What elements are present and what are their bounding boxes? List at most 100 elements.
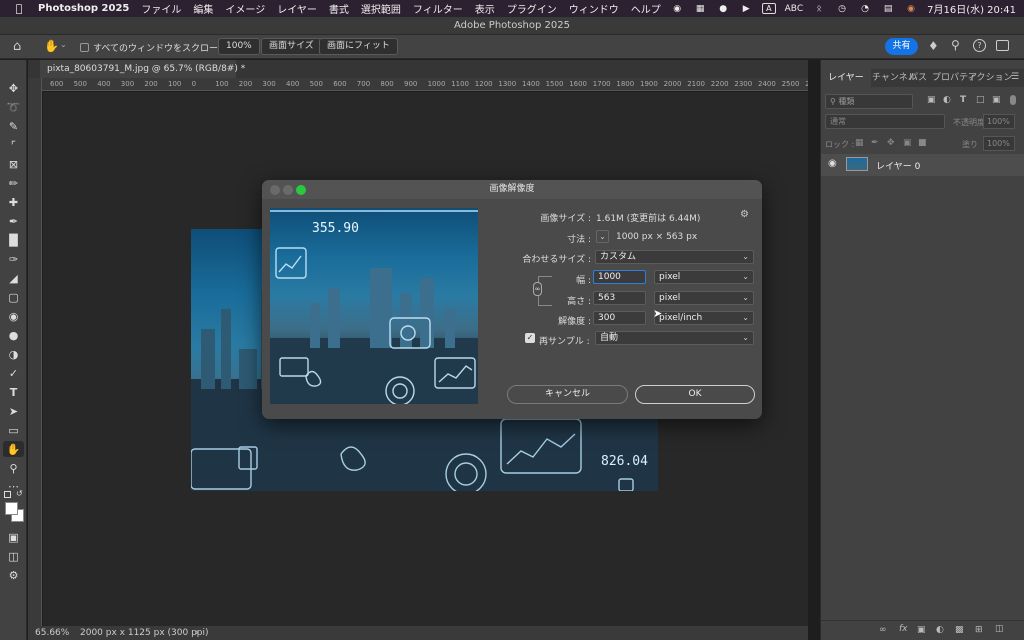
lock-position-icon[interactable]: ✥ <box>887 138 895 148</box>
quick-select-icon[interactable]: ✎ <box>3 118 24 134</box>
default-colors-icon[interactable] <box>4 491 11 498</box>
resolution-input[interactable]: 300 <box>593 311 646 325</box>
filter-smart-icon[interactable]: ▣ <box>992 95 1001 105</box>
zoom-tool-icon[interactable]: ⚲ <box>3 460 24 476</box>
dimensions-toggle[interactable]: ⌄ <box>596 230 609 243</box>
clock[interactable]: 7月16日(水) 20:41 <box>927 1 1016 16</box>
filter-adjust-icon[interactable]: ◐ <box>943 95 951 105</box>
new-layer-icon[interactable]: ⊞ <box>975 625 983 635</box>
menu-app-name[interactable]: Photoshop 2025 <box>38 3 129 14</box>
document-tab[interactable]: pixta_80603791_M.jpg @ 65.7% (RGB/8#) * <box>40 60 245 78</box>
bluetooth-icon[interactable]: ᛟ <box>812 3 826 14</box>
layer-filter-input[interactable]: ⚲ 種類 <box>825 94 913 109</box>
window-zoom-button[interactable] <box>296 185 306 195</box>
fill-value[interactable]: 100% <box>983 136 1015 151</box>
new-group-icon[interactable]: ▩ <box>955 625 964 635</box>
image-preview[interactable]: 355.90 <box>270 208 478 404</box>
width-unit-select[interactable]: pixel ⌄ <box>654 270 754 284</box>
menu-view[interactable]: 表示 <box>475 1 495 16</box>
lock-all-icon[interactable]: ■ <box>918 138 927 148</box>
tab-actions[interactable]: アクション <box>968 69 1013 87</box>
share-button[interactable]: 共有 <box>885 38 918 55</box>
chat-icon[interactable]: ● <box>716 3 730 14</box>
chevron-right-icon[interactable]: › <box>195 626 199 640</box>
pen-tool-icon[interactable]: ✓ <box>3 365 24 381</box>
swap-colors-icon[interactable]: ↺ <box>16 489 23 498</box>
filter-pixel-icon[interactable]: ▣ <box>927 95 936 105</box>
path-select-icon[interactable]: ➤ <box>3 403 24 419</box>
menu-edit[interactable]: 編集 <box>193 1 213 16</box>
resolution-unit-select[interactable]: pixel/inch ⌄ <box>654 311 754 325</box>
gradient-tool-icon[interactable]: ▢ <box>3 289 24 305</box>
tray-app-icon[interactable]: ◉ <box>670 3 684 14</box>
resample-checkbox[interactable]: ✓ <box>525 333 535 343</box>
hand-tool-icon[interactable]: ✋ <box>44 39 59 53</box>
menu-help[interactable]: ヘルプ <box>631 1 661 16</box>
layer-name[interactable]: レイヤー 0 <box>876 159 920 172</box>
zoom-100-button[interactable]: 100% <box>218 38 260 55</box>
layer-mask-icon[interactable]: ▣ <box>917 625 926 635</box>
link-chain-icon[interactable]: ∞ <box>533 282 542 296</box>
chevron-down-icon[interactable]: ⌄ <box>60 40 67 49</box>
opacity-value[interactable]: 100% <box>983 114 1015 129</box>
fill-screen-button[interactable]: 画面にフィット <box>319 38 398 55</box>
frame-tool-icon[interactable]: ⊠ <box>3 156 24 172</box>
control-center-icon[interactable]: ▤ <box>881 3 895 14</box>
home-icon[interactable]: ⌂ <box>13 39 21 54</box>
foreground-color-icon[interactable] <box>5 502 18 515</box>
scroll-all-checkbox[interactable] <box>80 43 89 52</box>
menu-window[interactable]: ウィンドウ <box>569 1 619 16</box>
height-input[interactable]: 563 <box>593 291 646 305</box>
brush-tool-icon[interactable]: ✒ <box>3 213 24 229</box>
window-minimize-button[interactable] <box>283 185 293 195</box>
timer-icon[interactable]: ◷ <box>835 3 849 14</box>
link-layers-icon[interactable]: ∞ <box>879 625 887 635</box>
hand-tool-icon[interactable]: ✋ <box>3 441 24 457</box>
quick-mask-icon[interactable]: ▣ <box>3 529 24 545</box>
width-input[interactable]: 1000 <box>593 270 646 284</box>
cancel-button[interactable]: キャンセル <box>507 385 628 404</box>
blend-mode-select[interactable]: 通常 <box>825 114 945 129</box>
bell-icon[interactable]: ♦ <box>928 39 939 53</box>
dodge-tool-icon[interactable]: ● <box>3 327 24 343</box>
screen-mode-icon[interactable]: ◫ <box>3 548 24 564</box>
menu-image[interactable]: イメージ <box>225 1 265 16</box>
window-close-button[interactable] <box>270 185 280 195</box>
siri-icon[interactable]: ◉ <box>904 3 918 14</box>
status-zoom[interactable]: 65.66% <box>35 626 69 640</box>
menu-filter[interactable]: フィルター <box>413 1 463 16</box>
lock-artboard-icon[interactable]: ▣ <box>903 138 912 148</box>
play-circle-icon[interactable]: ▶ <box>739 3 753 14</box>
eyedropper-icon[interactable]: ✏ <box>3 175 24 191</box>
clipboard-icon[interactable]: ▦ <box>693 3 707 14</box>
rectangle-tool-icon[interactable]: ▭ <box>3 422 24 438</box>
delete-layer-icon[interactable]: ◫ <box>995 624 1004 634</box>
lock-transparent-icon[interactable]: ▦ <box>855 138 864 148</box>
ok-button[interactable]: OK <box>635 385 755 404</box>
history-brush-icon[interactable]: ✑ <box>3 251 24 267</box>
visibility-eye-icon[interactable]: ◉ <box>828 158 837 169</box>
move-tool-icon[interactable]: ✥ <box>3 80 24 96</box>
lasso-tool-icon[interactable]: ➰ <box>3 99 24 115</box>
share-file-icon[interactable]: ⚙ <box>3 567 24 583</box>
layer-row[interactable]: ◉ レイヤー 0 <box>821 154 1024 176</box>
tab-paths[interactable]: パス <box>909 69 927 87</box>
adjustment-layer-icon[interactable]: ◐ <box>936 625 944 635</box>
filter-shape-icon[interactable]: □ <box>976 95 985 105</box>
eraser-tool-icon[interactable]: ◢ <box>3 270 24 286</box>
panel-menu-icon[interactable]: ☰ <box>1011 72 1019 82</box>
filter-toggle-icon[interactable] <box>1010 95 1016 105</box>
filter-type-icon[interactable]: T <box>960 95 966 105</box>
fit-screen-button[interactable]: 画面サイズ <box>261 38 322 55</box>
healing-brush-icon[interactable]: ✚ <box>3 194 24 210</box>
resample-select[interactable]: 自動 ⌄ <box>595 331 754 345</box>
menu-plugins[interactable]: プラグイン <box>507 1 557 16</box>
type-tool-icon[interactable]: T <box>3 384 24 400</box>
workspace-icon[interactable] <box>996 40 1009 51</box>
burn-tool-icon[interactable]: ◑ <box>3 346 24 362</box>
input-source-label[interactable]: ABC <box>785 4 803 14</box>
menu-select[interactable]: 選択範囲 <box>361 1 401 16</box>
menu-type[interactable]: 書式 <box>329 1 349 16</box>
help-icon[interactable]: ? <box>973 39 986 52</box>
height-unit-select[interactable]: pixel ⌄ <box>654 291 754 305</box>
